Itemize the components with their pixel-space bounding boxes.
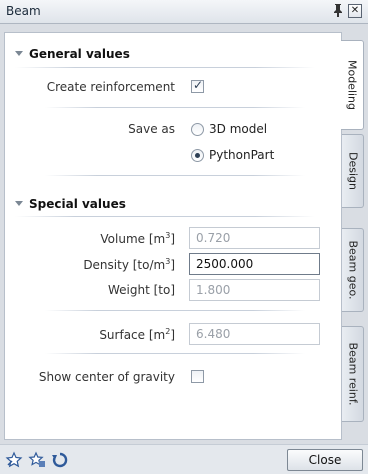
- weight-field: 1.800: [189, 279, 320, 301]
- tab-design[interactable]: Design: [342, 134, 364, 208]
- radio-pythonpart-label[interactable]: PythonPart: [209, 148, 274, 162]
- collapse-triangle-icon: [15, 201, 23, 206]
- tab-modeling[interactable]: Modeling: [341, 40, 364, 130]
- divider: [45, 175, 305, 176]
- tab-beam-geo[interactable]: Beam geo.: [342, 228, 364, 312]
- bottom-toolbar: Close: [0, 444, 368, 474]
- save-as-label: Save as: [128, 122, 175, 136]
- title-bar: Beam ✕: [0, 0, 368, 24]
- properties-panel: General values Create reinforcement ✓ Sa…: [4, 32, 342, 440]
- density-input[interactable]: 2500.000: [189, 253, 320, 275]
- favorite-save-icon[interactable]: [28, 451, 46, 469]
- radio-3d-model-label[interactable]: 3D model: [209, 122, 267, 136]
- collapse-triangle-icon: [15, 51, 23, 56]
- divider: [45, 310, 305, 311]
- divider: [45, 353, 305, 354]
- window-title: Beam: [6, 4, 41, 18]
- density-label: Density [to/m3]: [83, 257, 175, 272]
- divider: [15, 67, 315, 68]
- divider: [15, 216, 315, 217]
- general-values-heading[interactable]: General values: [15, 47, 130, 61]
- surface-field: 6.480: [189, 323, 320, 345]
- center-of-gravity-checkbox[interactable]: [191, 370, 204, 383]
- tab-beam-reinf[interactable]: Beam reinf.: [342, 326, 364, 422]
- center-of-gravity-label: Show center of gravity: [38, 370, 175, 384]
- close-icon[interactable]: ✕: [348, 4, 362, 18]
- radio-selected-dot: [195, 153, 200, 158]
- pin-icon[interactable]: [331, 3, 345, 19]
- volume-field: 0.720: [189, 227, 320, 249]
- reset-icon[interactable]: [51, 451, 69, 469]
- divider: [45, 107, 305, 108]
- volume-label: Volume [m3]: [100, 231, 175, 246]
- checkmark-icon: ✓: [193, 78, 204, 92]
- radio-3d-model[interactable]: [191, 123, 204, 136]
- weight-label: Weight [to]: [107, 283, 175, 297]
- radio-pythonpart[interactable]: [191, 149, 204, 162]
- create-reinforcement-checkbox[interactable]: ✓: [191, 78, 204, 93]
- surface-label: Surface [m2]: [99, 327, 175, 342]
- favorite-star-icon[interactable]: [5, 451, 23, 469]
- close-button[interactable]: Close: [287, 449, 363, 471]
- special-values-heading[interactable]: Special values: [15, 197, 126, 211]
- create-reinforcement-label: Create reinforcement: [46, 80, 175, 94]
